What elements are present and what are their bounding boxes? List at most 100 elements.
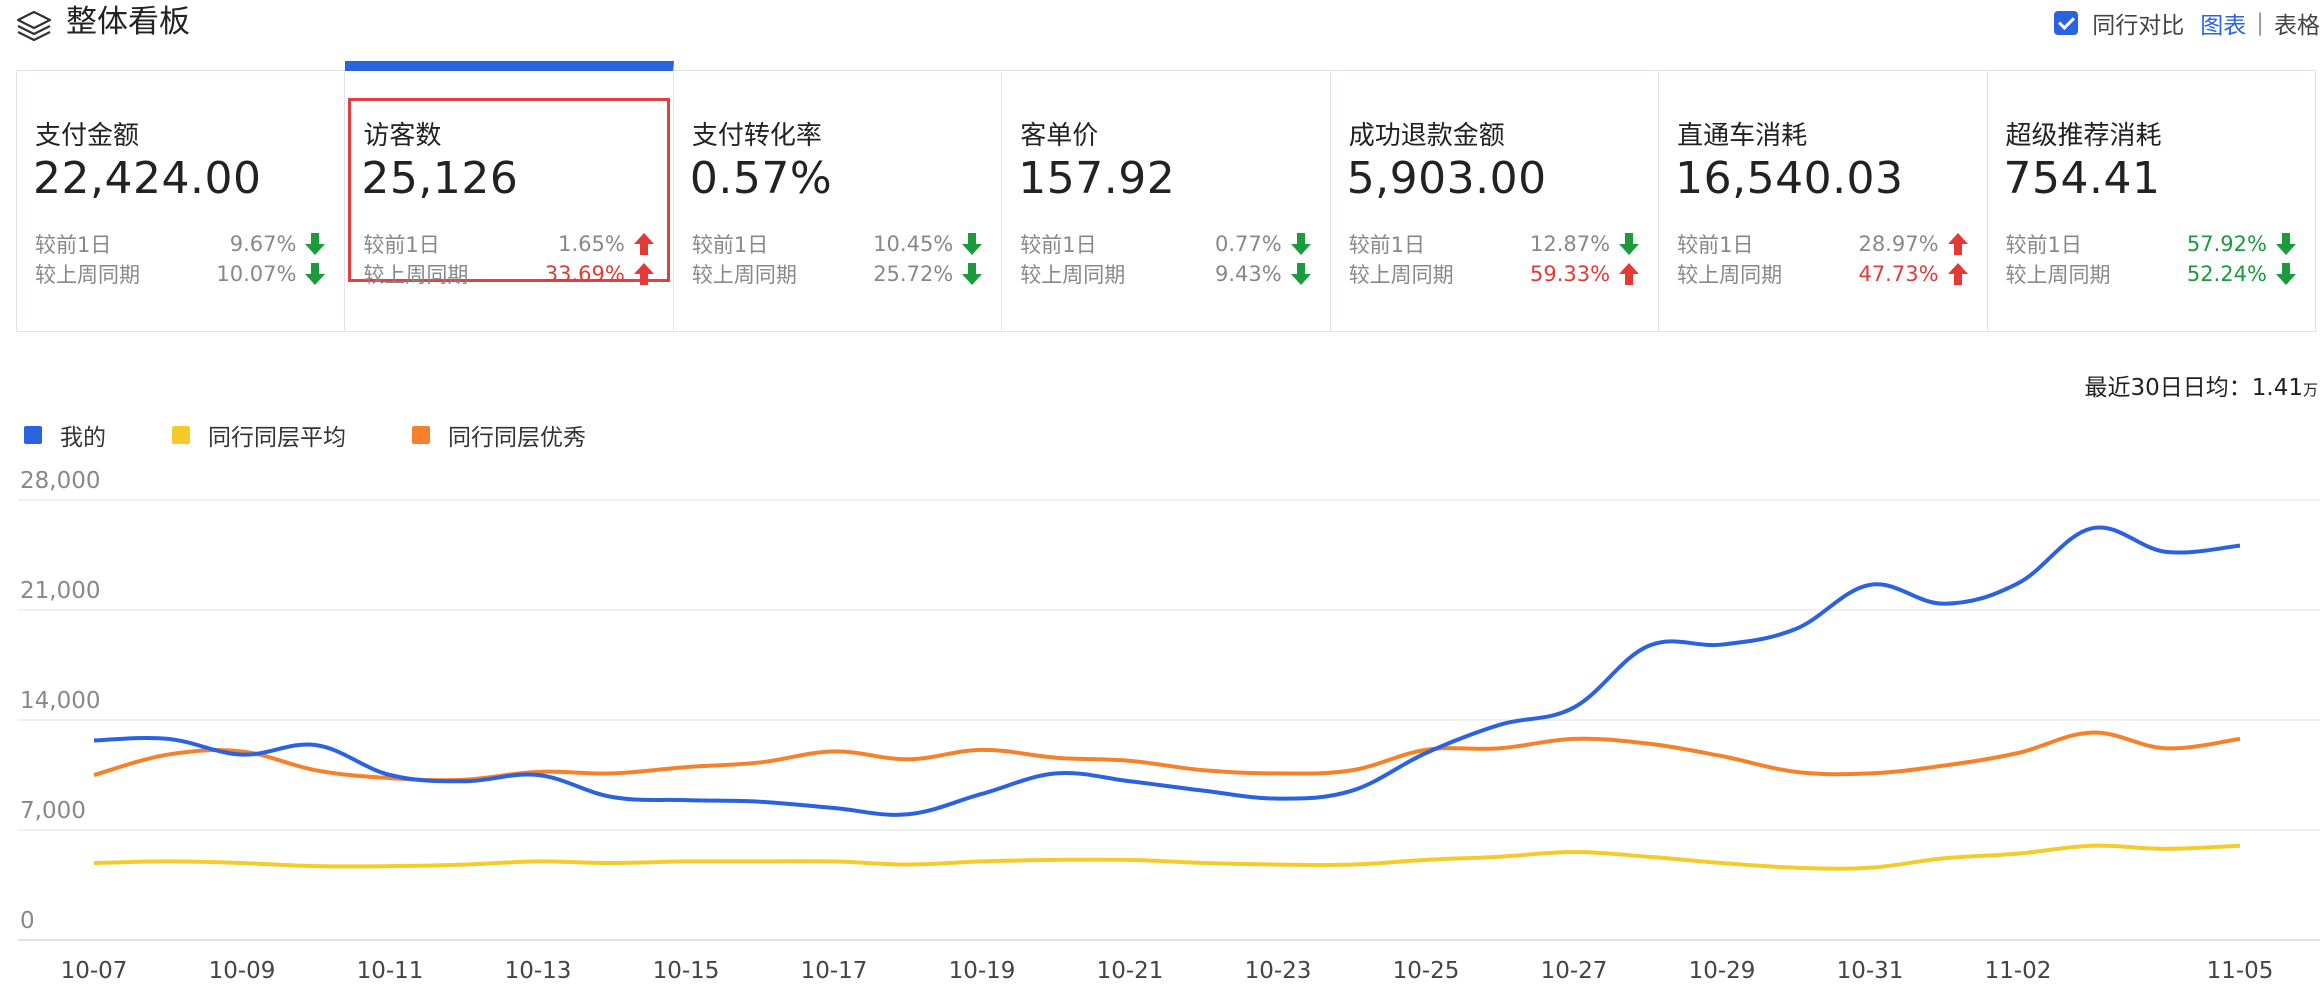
metric-label: 直通车消耗 xyxy=(1677,121,1808,151)
comparison-label: 较上周同期 xyxy=(1677,263,1783,287)
series-line-mine[interactable] xyxy=(93,525,2241,817)
metric-value: 25,126 xyxy=(361,153,519,204)
comparison-value: 25.72% xyxy=(873,262,954,286)
metric-card[interactable]: 支付转化率 0.57% 较前1日 10.45% 较上周同期 25.72% xyxy=(674,71,1003,331)
comparison-value: 10.45% xyxy=(873,232,954,256)
comparison-row: 较前1日 12.87% xyxy=(1349,229,1640,259)
comparison-value: 59.33% xyxy=(1530,262,1611,286)
metric-value: 754.41 xyxy=(2003,153,2161,204)
arrow-down-icon xyxy=(1290,233,1311,255)
metric-card[interactable]: 超级推荐消耗 754.41 较前1日 57.92% 较上周同期 52.24% xyxy=(1988,71,2315,331)
comparison-label: 较上周同期 xyxy=(1348,263,1454,287)
header: 整体看板 同行对比 图表 | 表格 xyxy=(0,0,2320,70)
y-tick-label: 14,000 xyxy=(20,688,100,714)
x-tick-label: 10-07 xyxy=(61,958,128,984)
metric-cards: 支付金额 22,424.00 较前1日 9.67% 较上周同期 10.07% 访客数 25,1… xyxy=(16,61,2316,332)
metric-card[interactable]: 直通车消耗 16,540.03 较前1日 28.97% 较上周同期 47.73% xyxy=(1659,71,1988,331)
x-tick-label: 10-17 xyxy=(801,958,868,984)
metric-card[interactable]: 客单价 157.92 较前1日 0.77% 较上周同期 9.43% xyxy=(1002,71,1331,331)
comparison-value: 9.43% xyxy=(1214,262,1282,286)
comparison-label: 较上周同期 xyxy=(2005,263,2111,287)
comparison-row: 较前1日 9.67% xyxy=(35,229,326,259)
view-separator: | xyxy=(2256,10,2264,36)
comparison-value: 0.77% xyxy=(1214,232,1282,256)
metric-label: 支付转化率 xyxy=(691,121,822,151)
comparison-value: 57.92% xyxy=(2186,232,2267,256)
metric-card[interactable]: 成功退款金额 5,903.00 较前1日 12.87% 较上周同期 59.33% xyxy=(1331,71,1660,331)
view-table-link[interactable]: 表格 xyxy=(2274,6,2320,40)
x-tick-label: 10-09 xyxy=(209,958,276,984)
compare-checkbox[interactable] xyxy=(2054,11,2079,35)
comparison-row: 较前1日 57.92% xyxy=(2006,229,2297,259)
y-tick-label: 28,000 xyxy=(20,468,100,494)
x-tick-label: 11-05 xyxy=(2207,958,2274,984)
chart-legend: 我的 同行同层平均 同行同层优秀 xyxy=(24,418,652,452)
comparison-value: 28.97% xyxy=(1858,232,1939,256)
metric-label: 成功退款金额 xyxy=(1348,121,1505,151)
x-tick-label: 10-13 xyxy=(505,958,572,984)
legend-label: 我的 xyxy=(60,425,106,451)
legend-swatch xyxy=(172,426,190,444)
metric-card[interactable]: 支付金额 22,424.00 较前1日 9.67% 较上周同期 10.07% xyxy=(17,71,346,331)
comparison-value: 12.87% xyxy=(1530,232,1611,256)
layers-icon xyxy=(16,10,52,42)
x-tick-label: 10-23 xyxy=(1245,958,1312,984)
comparison-row: 较上周同期 47.73% xyxy=(1677,259,1968,289)
comparison-value: 9.67% xyxy=(229,232,297,256)
legend-item[interactable]: 我的 xyxy=(24,418,106,452)
x-tick-label: 10-25 xyxy=(1393,958,1460,984)
arrow-up-icon xyxy=(633,233,654,255)
comparison-row: 较上周同期 33.69% xyxy=(363,259,654,289)
series-line-peer-avg[interactable] xyxy=(93,843,2241,871)
metric-value: 0.57% xyxy=(689,153,833,204)
arrow-up-icon xyxy=(1947,233,1968,255)
arrow-down-icon xyxy=(962,263,983,285)
y-tick-label: 21,000 xyxy=(20,578,100,604)
metric-label: 超级推荐消耗 xyxy=(2005,121,2162,151)
page-title: 整体看板 xyxy=(66,4,190,40)
daily-average-label: 最近30日日均： xyxy=(2084,375,2252,401)
header-controls: 同行对比 图表 | 表格 xyxy=(2054,6,2320,40)
metric-label: 访客数 xyxy=(363,121,442,151)
arrow-down-icon xyxy=(962,233,983,255)
comparison-label: 较上周同期 xyxy=(35,263,140,287)
comparison-row: 较上周同期 52.24% xyxy=(2006,259,2297,289)
legend-label: 同行同层优秀 xyxy=(448,425,586,451)
daily-average-unit: 万 xyxy=(2302,381,2318,399)
metric-value: 22,424.00 xyxy=(33,153,262,204)
metric-value: 16,540.03 xyxy=(1675,153,1904,204)
legend-item[interactable]: 同行同层平均 xyxy=(172,418,346,452)
series-line-peer-top[interactable] xyxy=(93,730,2241,783)
view-chart-link[interactable]: 图表 xyxy=(2200,6,2246,40)
x-tick-label: 10-15 xyxy=(653,958,720,984)
daily-average: 最近30日日均：1.41万 xyxy=(2084,368,2318,402)
arrow-down-icon xyxy=(2275,233,2296,255)
arrow-down-icon xyxy=(1619,233,1640,255)
comparison-label: 较前1日 xyxy=(2005,233,2082,257)
legend-item[interactable]: 同行同层优秀 xyxy=(412,418,586,452)
comparison-label: 较前1日 xyxy=(35,233,112,257)
comparison-value: 52.24% xyxy=(2186,262,2267,286)
metric-label: 支付金额 xyxy=(35,121,140,151)
x-tick-label: 10-19 xyxy=(949,958,1016,984)
comparison-label: 较前1日 xyxy=(691,233,769,257)
comparison-value: 1.65% xyxy=(558,232,625,256)
comparison-row: 较上周同期 9.43% xyxy=(1020,259,1311,289)
arrow-down-icon xyxy=(305,263,326,285)
comparison-label: 较前1日 xyxy=(1348,233,1426,257)
compare-label[interactable]: 同行对比 xyxy=(2092,6,2184,40)
x-tick-label: 11-02 xyxy=(1985,958,2052,984)
arrow-down-icon xyxy=(2275,263,2296,285)
comparison-label: 较前1日 xyxy=(1020,233,1097,257)
metric-card[interactable]: 访客数 25,126 较前1日 1.65% 较上周同期 33.69% xyxy=(345,61,674,331)
comparison-label: 较上周同期 xyxy=(363,263,469,287)
arrow-down-icon xyxy=(305,233,326,255)
daily-average-value: 1.41 xyxy=(2251,375,2303,401)
x-tick-label: 10-31 xyxy=(1837,958,1904,984)
comparison-label: 较上周同期 xyxy=(691,263,797,287)
comparison-label: 较前1日 xyxy=(1677,233,1754,257)
comparison-label: 较上周同期 xyxy=(1020,263,1126,287)
comparison-row: 较前1日 0.77% xyxy=(1020,229,1311,259)
y-tick-label: 7,000 xyxy=(20,798,86,824)
comparison-row: 较上周同期 59.33% xyxy=(1349,259,1640,289)
